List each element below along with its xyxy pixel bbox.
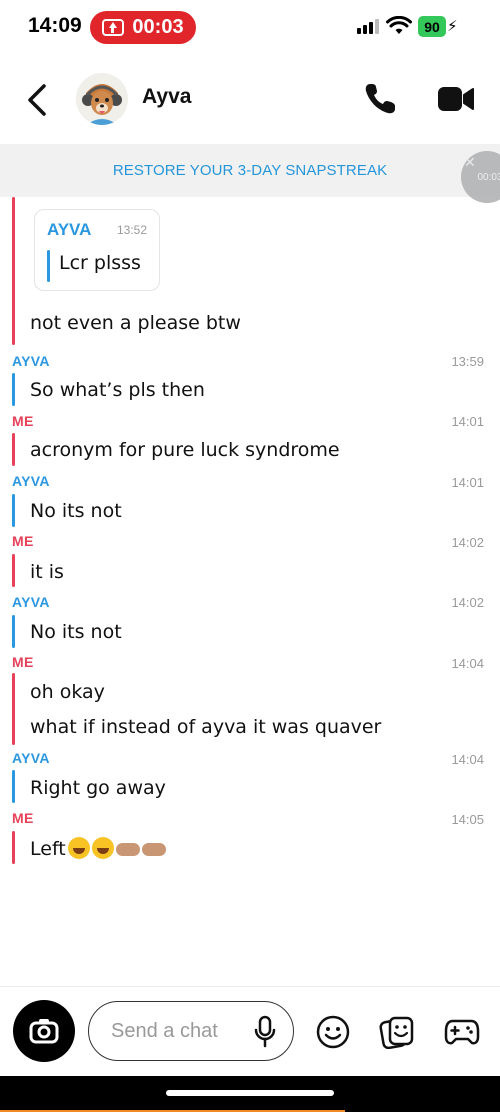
quoted-bar: [47, 250, 50, 282]
message-timestamp: 14:02: [451, 595, 484, 610]
quoted-timestamp: 13:52: [117, 223, 148, 237]
ayva-message-bar: [12, 770, 15, 803]
battery-icon: 90: [418, 16, 446, 37]
sticker-icon[interactable]: [379, 1015, 415, 1049]
status-time: 14:09: [28, 14, 82, 37]
screen-record-icon: [102, 19, 125, 36]
message-text[interactable]: Right go away: [30, 777, 166, 799]
sender-label: ME: [12, 413, 34, 429]
me-message-bar: [12, 433, 15, 466]
camera-icon: [29, 1019, 59, 1044]
ayva-message-bar: [12, 373, 15, 406]
charging-bolt-icon: ⚡: [447, 18, 458, 35]
restore-snapstreak-banner[interactable]: RESTORE YOUR 3-DAY SNAPSTREAK: [0, 144, 500, 197]
close-icon[interactable]: ✕: [464, 154, 476, 171]
quoted-sender: AYVA: [47, 220, 92, 239]
camera-button[interactable]: [13, 1000, 75, 1062]
message-text[interactable]: So what’s pls then: [30, 379, 205, 401]
chat-header: Ayva: [0, 56, 500, 144]
video-call-icon[interactable]: [436, 85, 476, 113]
contact-name[interactable]: Ayva: [142, 85, 191, 109]
message-text[interactable]: acronym for pure luck syndrome: [30, 439, 340, 461]
microphone-icon[interactable]: [253, 1015, 277, 1049]
back-chevron-icon[interactable]: [22, 82, 52, 118]
me-message-bar: [12, 831, 15, 864]
sender-label: AYVA: [12, 473, 50, 489]
screen-recording-pill[interactable]: 00:03: [90, 11, 196, 44]
message-text[interactable]: not even a please btw: [30, 312, 241, 334]
ayva-message-bar: [12, 615, 15, 648]
message-text[interactable]: it is: [30, 561, 64, 583]
rofl-emoji-icon: [91, 837, 114, 859]
ayva-message-bar: [12, 494, 15, 527]
sender-label: ME: [12, 533, 34, 549]
message-text[interactable]: what if instead of ayva it was quaver: [30, 716, 381, 738]
message-timestamp: 14:02: [451, 535, 484, 550]
me-message-bar: [12, 673, 15, 745]
game-controller-icon[interactable]: [444, 1017, 480, 1047]
floating-timer-text: 00:03: [477, 171, 500, 183]
sender-label: AYVA: [12, 353, 50, 369]
quoted-message-card[interactable]: AYVA 13:52 Lcr plsss: [34, 209, 160, 291]
message-text: Left: [30, 838, 66, 860]
chat-input[interactable]: [111, 1016, 251, 1046]
recording-time: 00:03: [132, 16, 184, 38]
composer-bar: [0, 986, 500, 1076]
pointing-hand-emoji-icon: [115, 843, 140, 856]
message-timestamp: 14:05: [451, 812, 484, 827]
status-bar: 14:09 00:03 90 ⚡: [0, 0, 500, 56]
message-with-emoji[interactable]: Left: [30, 837, 166, 860]
message-timestamp: 14:04: [451, 656, 484, 671]
quoted-text: Lcr plsss: [59, 252, 141, 274]
phone-call-icon[interactable]: [362, 81, 398, 117]
message-text[interactable]: oh okay: [30, 681, 105, 703]
home-indicator[interactable]: [166, 1090, 334, 1096]
message-timestamp: 13:59: [451, 354, 484, 369]
pointing-hand-emoji-icon: [141, 843, 166, 856]
smiley-face-icon[interactable]: [316, 1015, 350, 1049]
avatar[interactable]: [76, 73, 128, 125]
restore-snapstreak-text: RESTORE YOUR 3-DAY SNAPSTREAK: [112, 162, 388, 179]
chat-input-container[interactable]: [88, 1001, 294, 1061]
me-message-bar: [12, 197, 15, 345]
me-message-bar: [12, 554, 15, 587]
message-text[interactable]: No its not: [30, 621, 122, 643]
home-indicator-area: [0, 1076, 500, 1112]
rofl-emoji-icon: [67, 837, 90, 859]
message-timestamp: 14:01: [451, 414, 484, 429]
message-timestamp: 14:04: [451, 752, 484, 767]
cellular-signal-icon: [357, 19, 379, 34]
message-text[interactable]: No its not: [30, 500, 122, 522]
sender-label: ME: [12, 654, 34, 670]
wifi-icon: [386, 16, 412, 34]
message-timestamp: 14:01: [451, 475, 484, 490]
sender-label: AYVA: [12, 750, 50, 766]
sender-label: AYVA: [12, 594, 50, 610]
sender-label: ME: [12, 810, 34, 826]
